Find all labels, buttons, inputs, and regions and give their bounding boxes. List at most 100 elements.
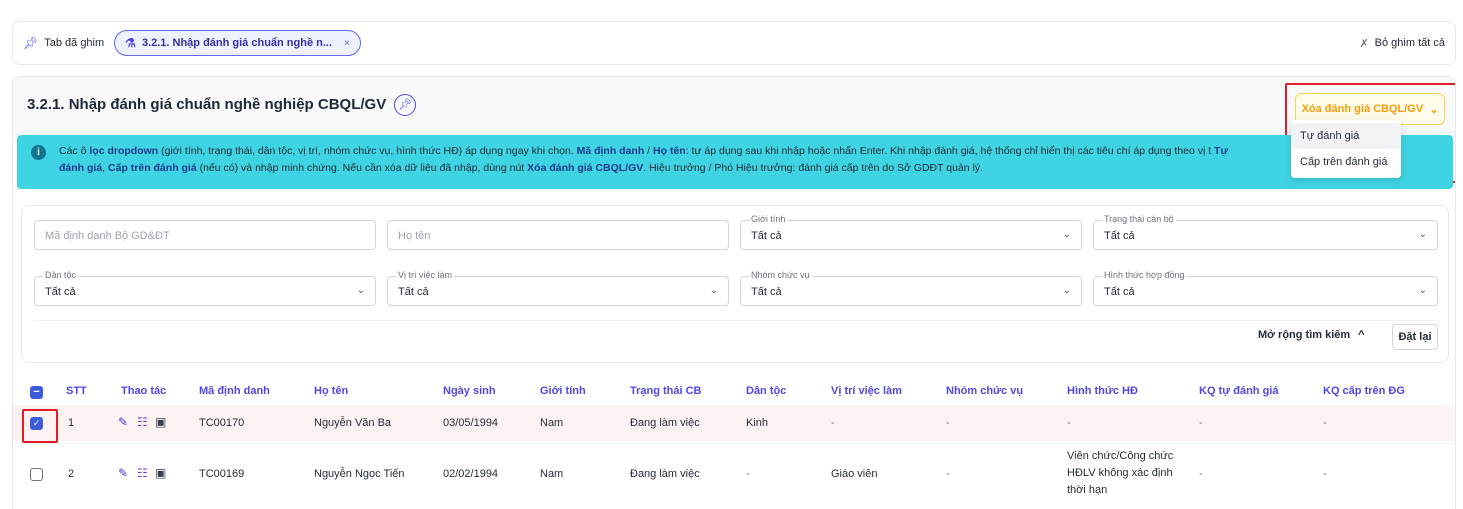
row-status: Đang làm việc [630, 468, 700, 480]
col-ethnicity: Dân tộc [746, 385, 787, 397]
col-dob: Ngày sinh [443, 385, 496, 397]
row-name: Nguyễn Văn Ba [314, 417, 392, 429]
expand-search-label: Mở rộng tìm kiếm [1258, 329, 1351, 341]
col-self-result: KQ tự đánh giá [1199, 385, 1279, 397]
position-label: Vị trí việc làm [396, 270, 455, 280]
delete-evaluation-label: Xóa đánh giá CBQL/GV [1301, 103, 1424, 115]
gender-value: Tất cả [751, 230, 782, 242]
unpin-all-button[interactable]: ✗ Bỏ ghim tất cả [1359, 37, 1445, 50]
id-card-icon[interactable]: ▣ [155, 415, 166, 429]
col-name: Họ tên [314, 385, 349, 397]
row-contract-line-1: Viên chức/Công chức [1067, 450, 1174, 462]
id-search-input[interactable]: Mã định danh Bộ GD&ĐT [34, 220, 376, 250]
row-contract-line-3: thời hạn [1067, 484, 1108, 496]
info-text-12: (nếu có) và nhập minh chứng. Nếu cần xóa… [196, 162, 528, 174]
row-dob: 02/02/1994 [443, 468, 499, 480]
position-value: Tất cả [398, 286, 429, 298]
pencil-icon[interactable]: ✎ [118, 466, 128, 480]
gender-select[interactable]: Giới tính Tất cả ⌄ [740, 214, 1082, 250]
info-banner: i Các ô lọc dropdown (giới tính, trạng t… [17, 135, 1453, 189]
contract-label: Hình thức hợp đồng [1102, 270, 1187, 280]
ethnicity-select[interactable]: Dân tộc Tất cả ⌄ [34, 270, 376, 306]
menu-item-self-evaluation[interactable]: Tự đánh giá [1291, 123, 1401, 149]
pinned-label: 📌︎ Tab đã ghim [23, 36, 104, 50]
role-group-label: Nhóm chức vụ [749, 270, 812, 280]
contract-select[interactable]: Hình thức hợp đồng Tất cả ⌄ [1093, 270, 1438, 306]
chevron-down-icon: ⌄ [356, 285, 365, 296]
info-text-5: / [644, 145, 654, 157]
info-text-7: : tự áp dụng sau khi nhập hoặc nhấn Ente… [685, 145, 1212, 157]
info-text-11: Cấp trên đánh giá [108, 162, 197, 174]
id-search-placeholder: Mã định danh Bộ GD&ĐT [45, 230, 170, 242]
id-card-icon[interactable]: ▣ [155, 466, 166, 480]
pinned-tab-chip[interactable]: ⚗ 3.2.1. Nhập đánh giá chuẩn nghề n... × [114, 30, 361, 56]
row-supervisor-result: - [1323, 417, 1327, 429]
staff-status-value: Tất cả [1104, 230, 1135, 242]
row-contract: - [1067, 417, 1071, 429]
row-supervisor-result: - [1323, 468, 1327, 480]
review-icon[interactable]: ☷ [137, 466, 148, 480]
col-stt: STT [66, 385, 87, 397]
row-contract-line-2: HĐLV không xác định [1067, 467, 1173, 479]
review-icon[interactable]: ☷ [137, 415, 148, 429]
chevron-down-icon: ⌄ [1418, 229, 1427, 240]
info-icon: i [31, 145, 46, 160]
row-gender: Nam [540, 468, 564, 480]
role-group-select[interactable]: Nhóm chức vụ Tất cả ⌄ [740, 270, 1082, 306]
chevron-down-icon: ⌄ [1429, 103, 1439, 116]
main-card: 3.2.1. Nhập đánh giá chuẩn nghề nghiệp C… [12, 76, 1456, 509]
row-stt: 2 [68, 468, 75, 480]
row-name: Nguyễn Ngọc Tiến [314, 468, 405, 480]
info-text-13: Xóa đánh giá CBQL/GV [527, 162, 644, 174]
col-gender: Giới tính [540, 385, 586, 397]
staff-status-select[interactable]: Trạng thái cán bộ Tất cả ⌄ [1093, 214, 1438, 250]
info-text-9: đánh giá [59, 162, 103, 174]
chevron-down-icon: ⌄ [1418, 285, 1427, 296]
filter-divider [34, 320, 1438, 321]
position-select[interactable]: Vị trí việc làm Tất cả ⌄ [387, 270, 729, 306]
row-ethnicity: Kinh [746, 417, 769, 429]
pinned-tab-bar: 📌︎ Tab đã ghim ⚗ 3.2.1. Nhập đánh giá ch… [12, 21, 1456, 65]
filter-panel: Mã định danh Bộ GD&ĐT Họ tên Giới tính T… [21, 205, 1449, 363]
info-text-4: Mã định danh [576, 145, 645, 157]
reset-button[interactable]: Đặt lại [1392, 324, 1438, 350]
row-id: TC00170 [199, 417, 245, 429]
pin-page-button[interactable]: 📌︎ [394, 93, 417, 116]
pinned-tab-chip-label: 3.2.1. Nhập đánh giá chuẩn nghề n... [141, 37, 333, 49]
menu-item-supervisor-evaluation[interactable]: Cấp trên đánh giá [1291, 149, 1401, 175]
gender-label: Giới tính [749, 214, 788, 224]
row-position: - [831, 417, 835, 429]
row-role-group: - [946, 468, 950, 480]
col-id: Mã định danh [199, 385, 270, 397]
unpin-icon: ✗ [1359, 37, 1369, 50]
chevron-down-icon: ⌄ [1062, 229, 1071, 240]
row-checkbox[interactable] [30, 468, 43, 481]
ethnicity-value: Tất cả [45, 286, 76, 298]
row-stt: 1 [68, 417, 75, 429]
col-status: Trạng thái CB [630, 385, 702, 397]
col-role-group: Nhóm chức vụ [946, 385, 1024, 397]
info-text-14: . Hiệu trưởng / Phó Hiệu trưởng: đánh gi… [643, 162, 984, 174]
row-role-group: - [946, 417, 950, 429]
chevron-down-icon: ⌄ [709, 285, 718, 296]
chevron-up-icon: ^ [1358, 329, 1365, 341]
tree-icon: ⚗ [125, 36, 136, 50]
pencil-icon[interactable]: ✎ [118, 415, 128, 429]
ethnicity-label: Dân tộc [43, 270, 79, 280]
info-text-2: lọc dropdown [89, 145, 159, 157]
card-header: 3.2.1. Nhập đánh giá chuẩn nghề nghiệp C… [13, 77, 1455, 133]
role-group-value: Tất cả [751, 286, 782, 298]
info-text-8: Tự [1214, 145, 1229, 157]
select-all-checkbox[interactable]: − [30, 386, 43, 399]
row-checkbox[interactable]: ✓ [30, 417, 43, 430]
close-icon[interactable]: × [344, 38, 350, 49]
expand-search-button[interactable]: Mở rộng tìm kiếm ^ [1258, 329, 1365, 341]
row-id: TC00169 [199, 468, 245, 480]
table-row[interactable]: ✓ 1 ✎ ☷ ▣ TC00170 Nguyễn Văn Ba 03/05/19… [13, 405, 1455, 443]
staff-status-label: Trạng thái cán bộ [1102, 214, 1176, 224]
info-text-1: Các ô [59, 145, 90, 157]
name-search-input[interactable]: Họ tên [387, 220, 729, 250]
table-row[interactable]: 2 ✎ ☷ ▣ TC00169 Nguyễn Ngọc Tiến 02/02/1… [13, 443, 1455, 503]
row-gender: Nam [540, 417, 564, 429]
info-text-6: Họ tên [653, 145, 686, 157]
